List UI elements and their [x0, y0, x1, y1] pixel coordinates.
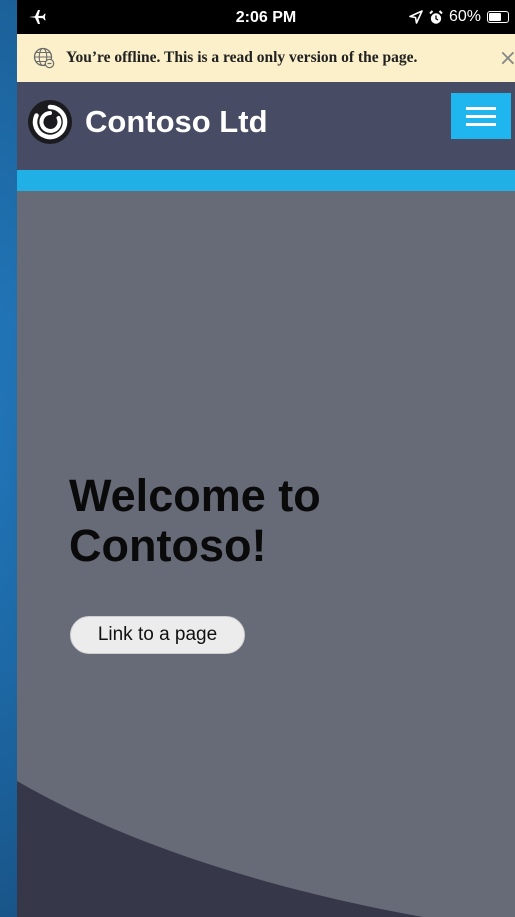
- close-icon[interactable]: ×: [499, 46, 515, 71]
- globe-icon: [33, 47, 55, 69]
- hamburger-menu-icon: [466, 114, 496, 118]
- phone-screen: 2:06 PM 60% You’re offline. This is a re…: [17, 0, 515, 917]
- link-to-page-button[interactable]: Link to a page: [70, 616, 245, 654]
- location-icon: [409, 10, 423, 24]
- offline-banner: You’re offline. This is a read only vers…: [17, 34, 515, 83]
- hamburger-menu-icon: [466, 106, 496, 110]
- battery-percent: 60%: [448, 8, 481, 25]
- hero-title: Welcome to Contoso!: [69, 470, 321, 571]
- site-title[interactable]: Contoso Ltd: [85, 104, 268, 140]
- battery-icon: [487, 11, 509, 23]
- accent-bar: [17, 170, 515, 191]
- offline-message: You’re offline. This is a read only vers…: [66, 49, 418, 66]
- alarm-icon: [429, 9, 443, 24]
- hamburger-menu-icon: [466, 122, 496, 126]
- site-header: Contoso Ltd: [17, 82, 515, 170]
- status-right-group: 60%: [409, 7, 509, 27]
- hamburger-menu-button[interactable]: [451, 93, 511, 139]
- contoso-logo-icon[interactable]: [27, 99, 73, 145]
- hero-section: Welcome to Contoso! Link to a page: [17, 191, 515, 917]
- status-bar: 2:06 PM 60%: [17, 0, 515, 34]
